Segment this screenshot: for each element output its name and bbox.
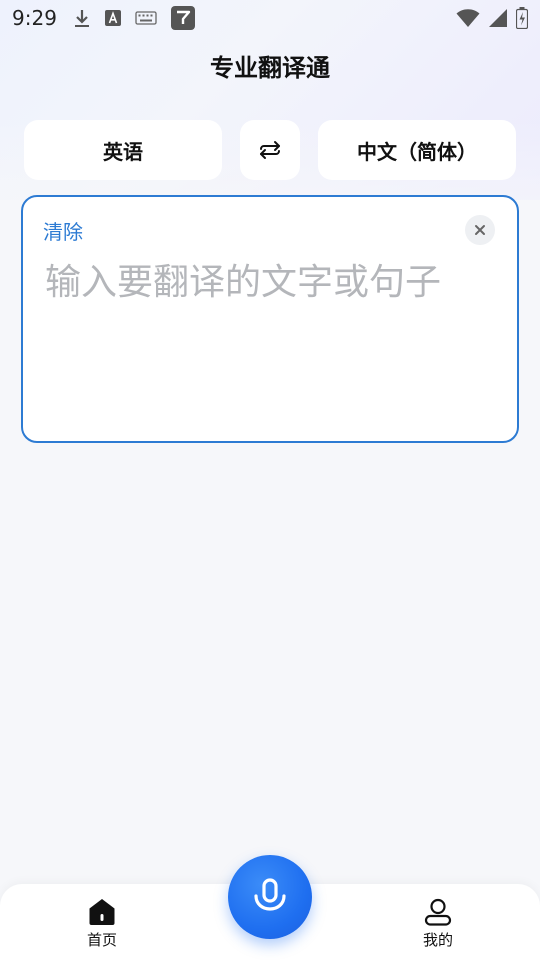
system-icons: [456, 7, 528, 29]
notification-icons: [73, 6, 195, 30]
nav-label-mine: 我的: [422, 931, 453, 949]
wifi-icon: [456, 8, 480, 28]
status-bar: 9:29: [0, 0, 540, 36]
swap-languages-button[interactable]: [240, 120, 300, 180]
font-a-icon: [104, 10, 121, 26]
nav-item-home[interactable]: 首页: [62, 898, 142, 950]
nav-label-home: 首页: [86, 931, 117, 949]
clear-button[interactable]: 清除: [43, 219, 83, 245]
translation-text-input[interactable]: [45, 259, 499, 419]
nav-item-mine[interactable]: 我的: [398, 898, 478, 950]
signal-icon: [488, 8, 508, 28]
voice-input-button[interactable]: [228, 855, 312, 939]
close-button[interactable]: [465, 215, 495, 245]
target-language-label: 中文（简体）: [357, 139, 477, 164]
battery-icon: [516, 7, 528, 29]
app-y-icon: [170, 6, 195, 30]
target-language-button[interactable]: 中文（简体）: [318, 120, 516, 180]
page-title: 专业翻译通: [210, 54, 330, 82]
source-language-button[interactable]: 英语: [24, 120, 222, 180]
swap-arrows-icon: [258, 138, 282, 162]
keyboard-icon: [135, 11, 157, 25]
source-language-label: 英语: [103, 139, 143, 164]
microphone-icon: [251, 877, 289, 917]
download-icon: [73, 8, 91, 28]
home-icon: [87, 898, 117, 926]
close-icon: [474, 224, 486, 236]
status-time: 9:29: [12, 6, 57, 30]
translation-input-card: 清除: [21, 195, 519, 443]
user-icon: [423, 898, 453, 926]
